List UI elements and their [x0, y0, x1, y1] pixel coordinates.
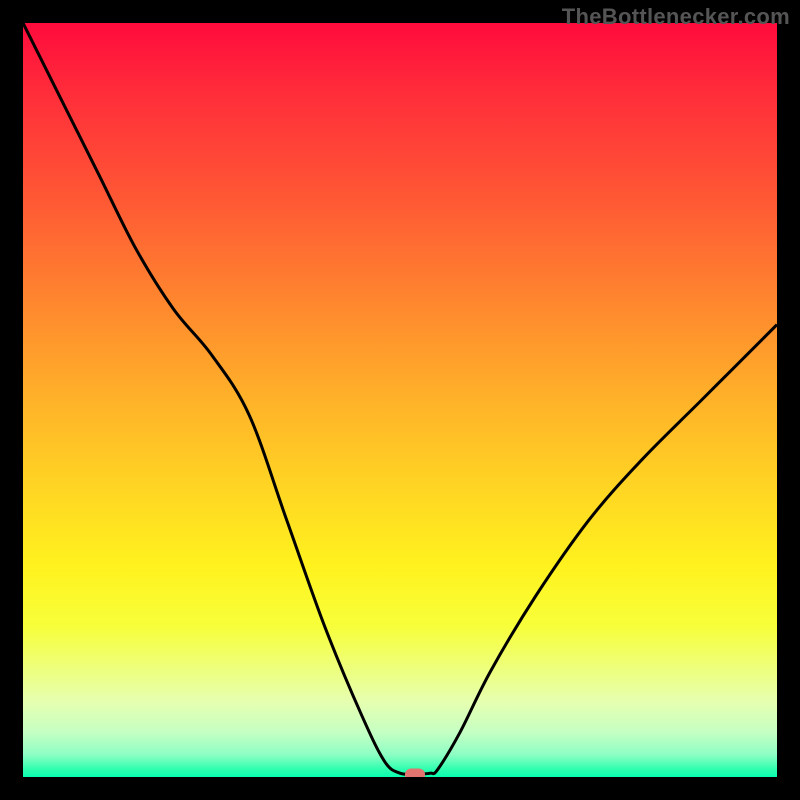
optimum-marker [405, 769, 425, 777]
curve-path [23, 23, 777, 774]
plot-area [23, 23, 777, 777]
bottleneck-curve [23, 23, 777, 777]
watermark-text: TheBottlenecker.com [562, 4, 790, 30]
chart-stage: TheBottlenecker.com [0, 0, 800, 800]
